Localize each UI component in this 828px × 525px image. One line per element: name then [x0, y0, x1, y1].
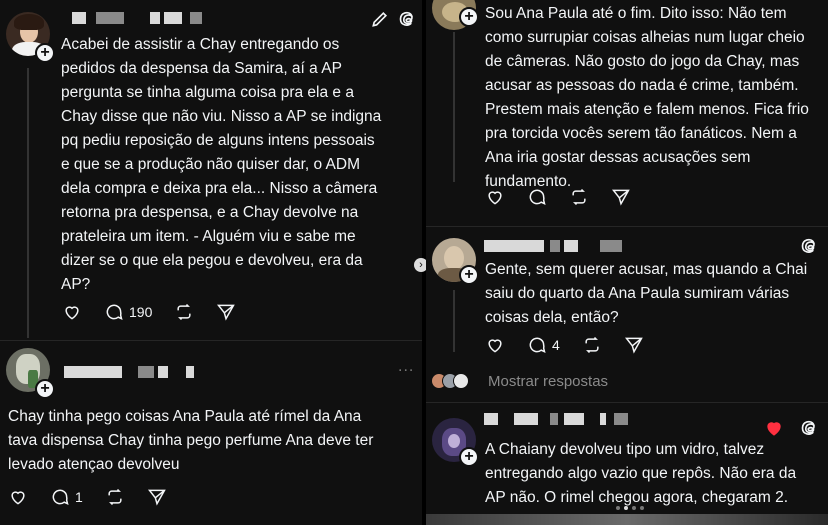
repost-icon: [177, 303, 191, 321]
repost-button[interactable]: [105, 487, 125, 507]
follow-plus-icon[interactable]: +: [35, 43, 55, 63]
heart-icon: [488, 339, 502, 353]
post-text: Gente, sem querer acusar, mas quando a C…: [485, 261, 808, 326]
repost-button[interactable]: [174, 302, 194, 322]
follow-plus-icon[interactable]: +: [459, 265, 479, 285]
like-button[interactable]: [8, 487, 28, 507]
post-text: Sou Ana Paula até o fim. Dito isso: Não …: [485, 5, 809, 190]
heart-reaction-icon: [764, 418, 784, 438]
comment-icon: [529, 189, 546, 205]
repost-icon: [572, 188, 586, 206]
reply-count: 4: [552, 337, 560, 353]
like-button[interactable]: [485, 187, 505, 207]
username-redacted: [60, 12, 210, 24]
thread-line: [453, 32, 455, 182]
threads-logo-icon[interactable]: [398, 9, 418, 29]
follow-plus-icon[interactable]: +: [35, 379, 55, 399]
send-icon: [624, 337, 643, 354]
share-button[interactable]: [147, 487, 167, 507]
heart-icon: [11, 491, 25, 505]
replier-avatars: [431, 373, 469, 389]
username-redacted: [484, 413, 644, 425]
like-button[interactable]: [485, 335, 505, 355]
send-icon: [611, 189, 630, 206]
reply-count: 190: [129, 304, 153, 320]
thread-line: [453, 290, 455, 352]
share-button[interactable]: [624, 335, 644, 355]
divider: [426, 402, 828, 403]
post-actions: 1: [8, 487, 189, 507]
reply-count: 1: [75, 489, 83, 505]
repost-icon: [585, 336, 599, 354]
divider: [426, 226, 828, 227]
follow-plus-icon[interactable]: +: [459, 447, 479, 467]
send-icon: [217, 304, 236, 321]
post-text: Acabei de assistir a Chay entregando os …: [61, 36, 382, 293]
post-actions: 190: [62, 302, 258, 322]
divider: [0, 340, 422, 341]
reply-button[interactable]: 1: [50, 487, 83, 507]
bottom-image-strip: [426, 514, 828, 525]
comment-icon: [529, 337, 546, 353]
right-screenshot-panel: + Sou Ana Paula até o fim. Dito isso: Nã…: [426, 0, 828, 525]
post-text: A Chaiany devolveu tipo um vidro, talvez…: [485, 441, 797, 506]
share-button[interactable]: [216, 302, 236, 322]
comment-icon: [106, 304, 123, 320]
threads-logo-icon[interactable]: [800, 236, 820, 256]
post-actions: 4: [485, 335, 666, 355]
pencil-icon[interactable]: [370, 9, 390, 29]
reply-button[interactable]: 4: [527, 335, 560, 355]
repost-button[interactable]: [582, 335, 602, 355]
thread-line: [27, 68, 29, 338]
share-button[interactable]: [611, 187, 631, 207]
reply-button[interactable]: [527, 187, 547, 207]
repost-button[interactable]: [569, 187, 589, 207]
post-text: Chay tinha pego coisas Ana Paula até rím…: [8, 408, 374, 473]
comment-icon: [52, 489, 69, 505]
repost-icon: [108, 488, 122, 506]
page-indicator: [616, 506, 644, 510]
send-icon: [147, 489, 166, 506]
follow-plus-icon[interactable]: +: [459, 7, 479, 27]
heart-icon: [488, 191, 502, 205]
more-options-button[interactable]: ...: [398, 358, 414, 376]
like-button[interactable]: [62, 302, 82, 322]
username-redacted: [482, 240, 632, 252]
heart-icon: [65, 306, 79, 320]
threads-logo-icon[interactable]: [800, 418, 820, 438]
left-screenshot-panel: + Acabei de assistir a Chay entregando o…: [0, 0, 422, 525]
show-replies-link[interactable]: Mostrar respostas: [488, 373, 608, 390]
post-actions: [485, 187, 653, 207]
reply-button[interactable]: 190: [104, 302, 152, 322]
username-redacted: [60, 366, 194, 378]
